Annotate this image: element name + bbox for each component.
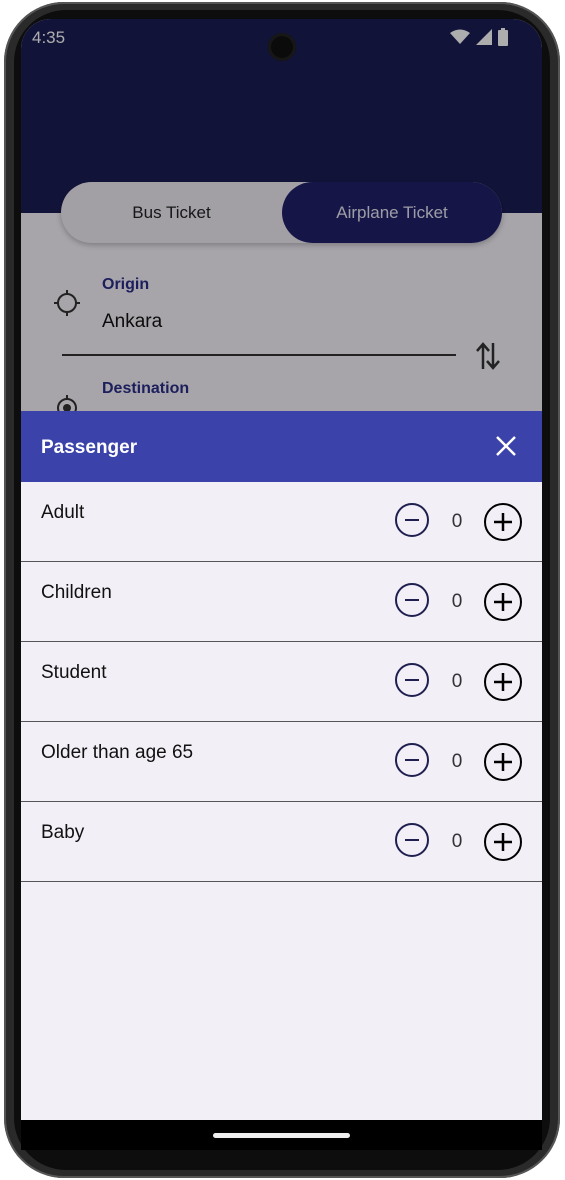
row-label: Adult	[41, 502, 85, 523]
minus-circle-icon[interactable]	[394, 742, 430, 778]
plus-circle-icon[interactable]	[483, 742, 523, 782]
passenger-count: 0	[451, 831, 463, 852]
minus-circle-icon[interactable]	[394, 822, 430, 858]
plus-circle-icon[interactable]	[483, 822, 523, 862]
passenger-count: 0	[451, 591, 463, 612]
passenger-row-senior: Older than age 65 0	[21, 722, 542, 802]
minus-circle-icon[interactable]	[394, 662, 430, 698]
row-label: Student	[41, 662, 107, 683]
sheet-title: Passenger	[41, 437, 138, 458]
row-label: Children	[41, 582, 112, 603]
passenger-count: 0	[451, 671, 463, 692]
plus-circle-icon[interactable]	[483, 582, 523, 622]
passenger-count: 0	[451, 751, 463, 772]
row-label: Older than age 65	[41, 742, 194, 763]
passenger-row-student: Student 0	[21, 642, 542, 722]
passenger-row-baby: Baby 0	[21, 802, 542, 882]
close-icon[interactable]	[493, 433, 519, 459]
passenger-count: 0	[451, 511, 463, 532]
screen: 4:35 Bus Ticket Airplane Ticket Origin A…	[21, 19, 542, 1150]
plus-circle-icon[interactable]	[483, 662, 523, 702]
passenger-row-adult: Adult 0	[21, 482, 542, 562]
minus-circle-icon[interactable]	[394, 582, 430, 618]
passenger-row-children: Children 0	[21, 562, 542, 642]
minus-circle-icon[interactable]	[394, 502, 430, 538]
home-indicator[interactable]	[213, 1133, 350, 1138]
row-label: Baby	[41, 822, 85, 843]
plus-circle-icon[interactable]	[483, 502, 523, 542]
modal-scrim[interactable]	[21, 19, 542, 411]
passenger-list: Adult 0 Children 0 Student 0 Older than …	[21, 482, 542, 882]
